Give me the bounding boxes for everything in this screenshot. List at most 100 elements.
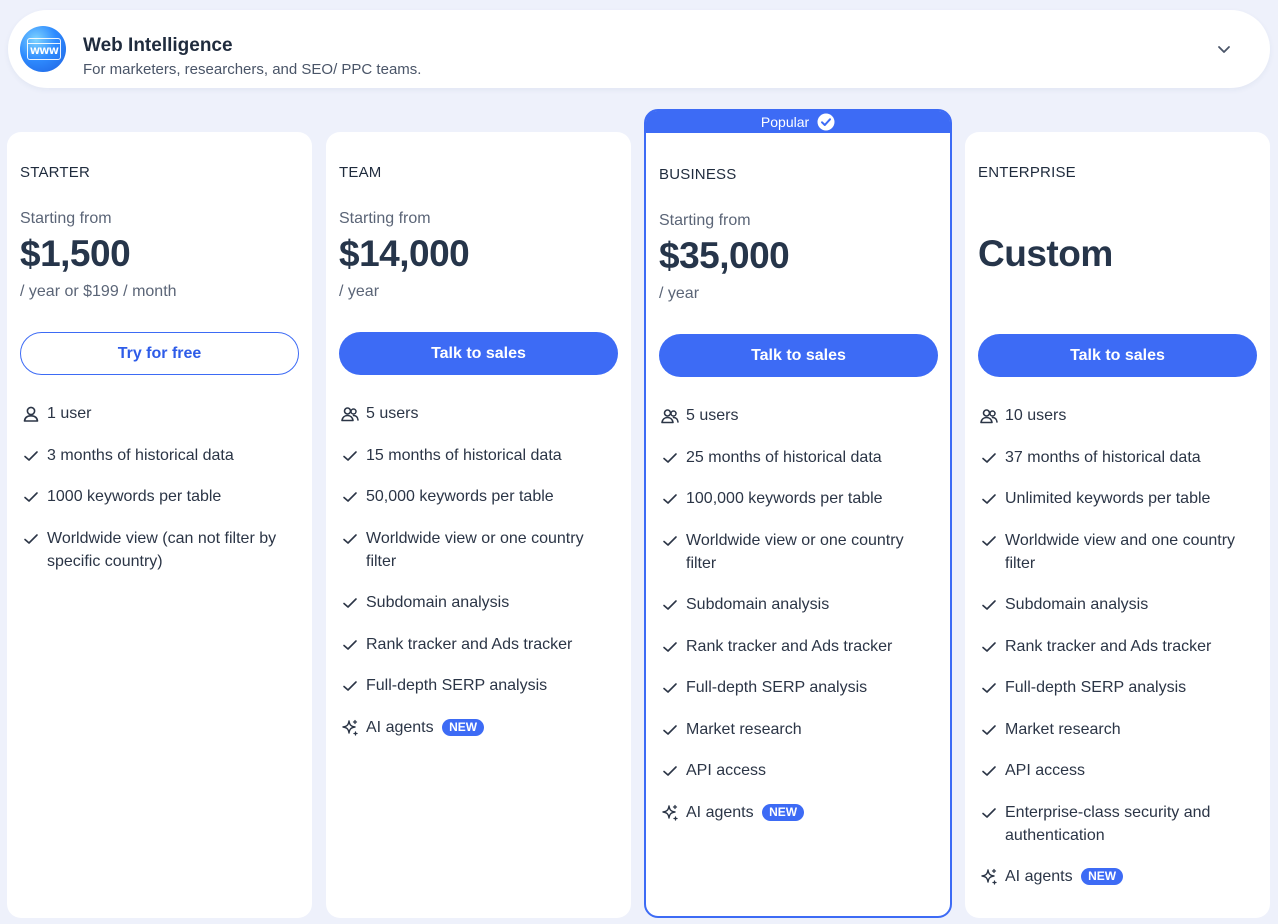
plan-period: / year or $199 / month (20, 283, 177, 300)
feature-list: 10 users 37 months of historical data Un… (978, 404, 1257, 907)
feature-text: Market research (686, 720, 802, 738)
feature-text: Subdomain analysis (686, 596, 830, 613)
check-icon (982, 535, 996, 546)
feature-list: 5 users 15 months of historical data 50,… (339, 402, 618, 757)
list-item: Subdomain analysis (978, 593, 1257, 616)
list-item: 5 users (339, 402, 618, 425)
users-icon (980, 409, 998, 424)
feature-text: 3 months of historical data (47, 446, 234, 464)
talk-to-sales-button[interactable]: Talk to sales (978, 334, 1257, 377)
logo-text: WWW (30, 47, 59, 57)
list-item: 50,000 keywords per table (339, 485, 618, 508)
plan-price: Custom (978, 233, 1113, 274)
feature-text: 37 months of historical data (1005, 448, 1201, 466)
talk-to-sales-button[interactable]: Talk to sales (339, 332, 618, 375)
users-icon (341, 407, 359, 422)
list-item: 1000 keywords per table (20, 485, 299, 508)
users-count: 10 users (1005, 407, 1067, 424)
list-item: 3 months of historical data (20, 444, 299, 467)
list-item: Market research (659, 718, 938, 741)
new-badge: NEW (442, 718, 485, 736)
check-circle-icon (817, 113, 835, 131)
list-item: AI agents NEW (659, 801, 938, 824)
plan-period: / year (339, 283, 380, 300)
product-header[interactable]: WWW Web Intelligence For marketers, rese… (8, 10, 1270, 88)
check-icon (24, 492, 38, 502)
list-item: AI agents NEW (978, 865, 1257, 888)
new-badge: NEW (1081, 868, 1124, 885)
list-item: Subdomain analysis (339, 591, 618, 614)
check-icon (663, 766, 677, 776)
check-icon (982, 452, 996, 463)
check-icon (343, 492, 357, 502)
product-subtitle: For marketers, researchers, and SEO/ PPC… (83, 61, 422, 78)
sparkles-icon (662, 804, 678, 821)
users-count: 5 users (366, 405, 419, 422)
check-icon (982, 683, 996, 693)
check-icon (663, 600, 677, 610)
list-item: AI agents NEW (339, 716, 618, 739)
feature-text: API access (1005, 762, 1086, 779)
plan-price: $14,000 (339, 233, 470, 274)
list-item: Rank tracker and Ads tracker (978, 635, 1257, 658)
users-icon (661, 409, 679, 424)
feature-list: 5 users 25 months of historical data 100… (659, 404, 938, 842)
feature-text: Subdomain analysis (1005, 596, 1149, 613)
check-icon (663, 724, 677, 735)
feature-text: API access (686, 762, 767, 779)
product-title: Web Intelligence (83, 35, 233, 56)
feature-text: Unlimited keywords per table (1005, 490, 1211, 507)
check-icon (982, 807, 996, 818)
list-item: Unlimited keywords per table (978, 487, 1257, 510)
check-icon (343, 450, 357, 461)
feature-text: Worldwide view (can not filter by specif… (47, 529, 277, 570)
plan-name: STARTER (20, 164, 91, 181)
new-badge: NEW (762, 803, 805, 821)
check-icon (663, 452, 677, 463)
users-count: 5 users (686, 407, 739, 424)
check-icon (982, 494, 996, 504)
feature-text: 50,000 keywords per table (366, 488, 554, 505)
feature-text: Rank tracker and Ads tracker (1005, 637, 1212, 655)
check-icon (663, 535, 677, 546)
try-for-free-button[interactable]: Try for free (20, 332, 299, 375)
check-icon (663, 683, 677, 693)
plan-name: TEAM (339, 164, 382, 181)
list-item: 100,000 keywords per table (659, 487, 938, 510)
list-item: 1 user (20, 402, 299, 425)
list-item: Worldwide view and one country filter (978, 529, 1257, 575)
feature-text: Full-depth SERP analysis (1005, 679, 1187, 696)
starting-from-label: Starting from (20, 210, 112, 227)
chevron-down-icon[interactable] (1216, 41, 1232, 57)
users-count: 1 user (47, 405, 92, 422)
list-item: Market research (978, 718, 1257, 741)
feature-text: Subdomain analysis (366, 594, 510, 611)
feature-text: Enterprise-class security and authentica… (1005, 803, 1211, 844)
feature-text: Worldwide view or one country filter (686, 531, 904, 572)
feature-text: Full-depth SERP analysis (366, 677, 548, 694)
starting-from-label: Starting from (339, 210, 431, 227)
plan-price: $1,500 (20, 233, 131, 274)
plan-period: / year (659, 285, 700, 302)
list-item: Worldwide view or one country filter (659, 529, 938, 575)
list-item: API access (978, 759, 1257, 782)
feature-text: Worldwide view or one country filter (366, 529, 584, 570)
check-icon (24, 533, 38, 544)
list-item: 15 months of historical data (339, 444, 618, 467)
talk-to-sales-button[interactable]: Talk to sales (659, 334, 938, 377)
feature-text: Market research (1005, 720, 1121, 738)
user-icon (23, 406, 39, 422)
list-item: 5 users (659, 404, 938, 427)
check-icon (982, 766, 996, 776)
list-item: 25 months of historical data (659, 446, 938, 469)
feature-text: 25 months of historical data (686, 448, 882, 466)
list-item: Worldwide view or one country filter (339, 527, 618, 573)
check-icon (663, 641, 677, 652)
feature-text: 100,000 keywords per table (686, 490, 883, 507)
feature-text: Full-depth SERP analysis (686, 679, 868, 696)
check-icon (982, 600, 996, 610)
plan-card-enterprise: ENTERPRISE Custom Talk to sales 10 users… (965, 132, 1270, 918)
check-icon (343, 598, 357, 608)
ai-agents-label: AI agents (366, 718, 434, 736)
check-icon (982, 724, 996, 735)
